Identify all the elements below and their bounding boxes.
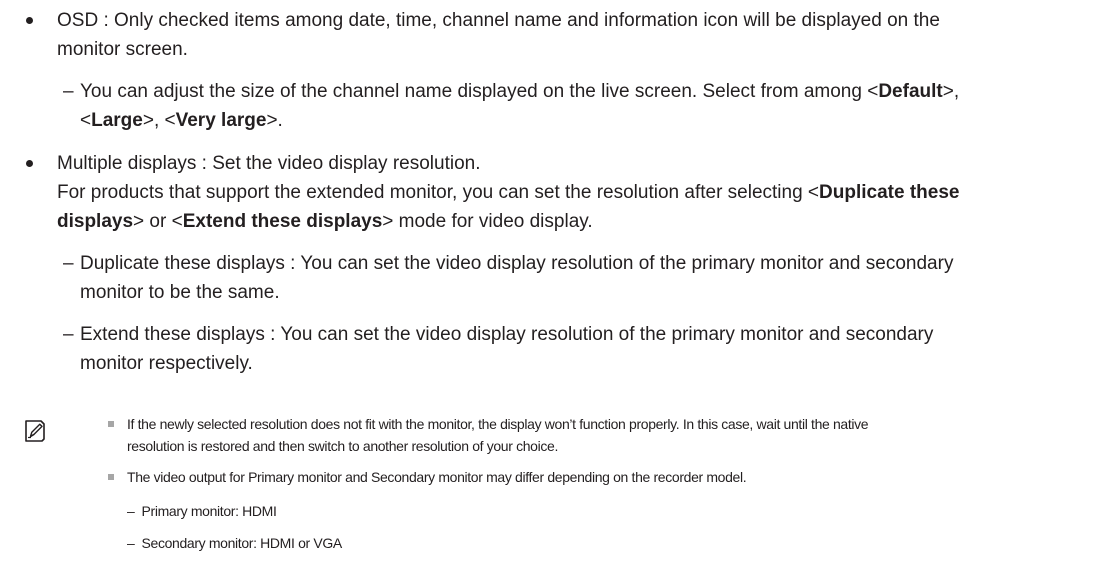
osd-size-text: You can adjust the size of the channel n… <box>80 77 1063 135</box>
osd-size-text-b: >, <box>942 81 960 102</box>
multiple-displays-text: Multiple displays : Set the video displa… <box>57 149 1086 236</box>
multi-line-3b: > mode for video display. <box>382 211 593 232</box>
osd-line-2: monitor screen. <box>57 39 188 60</box>
note-sub-secondary: – Secondary monitor: HDMI or VGA <box>127 532 342 554</box>
multi-line-2: For products that support the extended m… <box>57 178 1086 207</box>
multi-line-3: displays> or <Extend these displays> mod… <box>57 207 1086 236</box>
bullet-multiple-displays: Multiple displays : Set the video displa… <box>26 149 1086 236</box>
multi-line-2a: For products that support the extended m… <box>57 182 820 203</box>
note-pencil-icon <box>25 420 45 442</box>
osd-size-line-2: <Large>, <Very large>. <box>80 106 1063 135</box>
osd-size-text-c: < <box>80 110 92 131</box>
osd-size-text-e: >. <box>266 110 283 131</box>
multi-line-1: Multiple displays : Set the video displa… <box>57 153 481 174</box>
sub-extend: – Extend these displays : You can set th… <box>63 320 1063 378</box>
duplicate-line-2: monitor to be the same. <box>80 282 280 303</box>
multi-line-3a: > or < <box>133 211 183 232</box>
mode-duplicate-b: displays <box>57 211 134 232</box>
secondary-monitor-text: Secondary monitor: HDMI or VGA <box>141 535 343 551</box>
option-large: Large <box>91 110 143 131</box>
sub-duplicate: – Duplicate these displays : You can set… <box>63 249 1063 307</box>
primary-monitor-text: Primary monitor: HDMI <box>141 503 277 519</box>
osd-text: OSD : Only checked items among date, tim… <box>57 6 1086 64</box>
extend-line-2: monitor respectively. <box>80 353 253 374</box>
bullet-dot-icon <box>26 160 33 167</box>
osd-size-text-d: >, < <box>142 110 176 131</box>
mode-extend: Extend these displays <box>182 211 383 232</box>
bullet-dot-icon <box>26 17 33 24</box>
note-item-resolution: If the newly selected resolution does no… <box>108 413 1028 457</box>
note-1-line-2: resolution is restored and then switch t… <box>127 438 558 454</box>
bullet-osd: OSD : Only checked items among date, tim… <box>26 6 1086 64</box>
square-bullet-icon <box>108 474 114 480</box>
square-bullet-icon <box>108 421 114 427</box>
dash-glyph: – <box>63 253 74 274</box>
dash-glyph: – <box>127 503 135 519</box>
dash-glyph: – <box>63 81 74 102</box>
document-page: OSD : Only checked items among date, tim… <box>0 0 1101 572</box>
note-item-resolution-text: If the newly selected resolution does no… <box>127 413 1028 457</box>
mode-duplicate-a: Duplicate these <box>819 182 960 203</box>
osd-size-line-1: You can adjust the size of the channel n… <box>80 77 1063 106</box>
option-default: Default <box>878 81 943 102</box>
note-item-video-output: The video output for Primary monitor and… <box>108 466 1028 488</box>
note-sub-primary: – Primary monitor: HDMI <box>127 500 277 522</box>
sub-osd-size: – You can adjust the size of the channel… <box>63 77 1063 135</box>
osd-size-text-a: You can adjust the size of the channel n… <box>80 81 879 102</box>
duplicate-text: Duplicate these displays : You can set t… <box>80 249 1063 307</box>
dash-glyph: – <box>63 324 74 345</box>
option-very-large: Very large <box>175 110 267 131</box>
note-1-line-1: If the newly selected resolution does no… <box>127 416 869 432</box>
extend-line-1: Extend these displays : You can set the … <box>80 324 934 345</box>
extend-text: Extend these displays : You can set the … <box>80 320 1063 378</box>
note-item-video-output-text: The video output for Primary monitor and… <box>127 469 747 485</box>
dash-glyph: – <box>127 535 135 551</box>
duplicate-line-1: Duplicate these displays : You can set t… <box>80 253 954 274</box>
osd-line-1: OSD : Only checked items among date, tim… <box>57 10 940 31</box>
